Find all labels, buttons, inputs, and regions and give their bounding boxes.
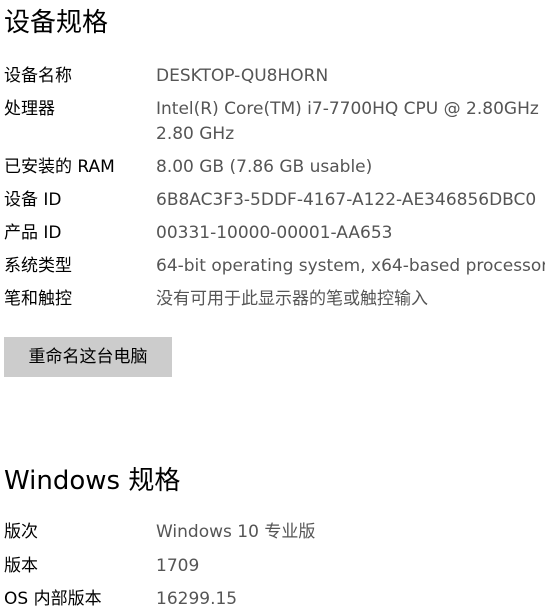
windows-specs-title: Windows 规格 <box>4 466 181 496</box>
rename-pc-button[interactable]: 重命名这台电脑 <box>4 337 172 377</box>
spec-label: 系统类型 <box>4 256 72 276</box>
device-specs-title: 设备规格 <box>4 8 109 38</box>
spec-value: 16299.15 <box>156 589 238 609</box>
spec-label: 笔和触控 <box>4 289 72 309</box>
spec-label: 产品 ID <box>4 223 62 243</box>
spec-label: 设备 ID <box>4 190 62 210</box>
spec-value: 00331-10000-00001-AA653 <box>156 223 393 243</box>
spec-label: 版本 <box>4 556 38 576</box>
spec-value: 64-bit operating system, x64-based proce… <box>156 256 545 276</box>
spec-label: 版次 <box>4 522 38 542</box>
spec-value: 1709 <box>156 556 200 576</box>
spec-value: 8.00 GB (7.86 GB usable) <box>156 157 373 177</box>
spec-label: OS 内部版本 <box>4 589 102 609</box>
spec-label: 设备名称 <box>4 66 72 86</box>
spec-value: 没有可用于此显示器的笔或触控输入 <box>156 289 428 309</box>
spec-value: Windows 10 专业版 <box>156 522 316 542</box>
spec-value: 6B8AC3F3-5DDF-4167-A122-AE346856DBC0 <box>156 190 537 210</box>
spec-value: Intel(R) Core(TM) i7-7700HQ CPU @ 2.80GH… <box>156 99 539 144</box>
spec-label: 处理器 <box>4 99 55 119</box>
spec-label: 已安装的 RAM <box>4 157 115 177</box>
spec-value: DESKTOP-QU8HORN <box>156 66 329 86</box>
